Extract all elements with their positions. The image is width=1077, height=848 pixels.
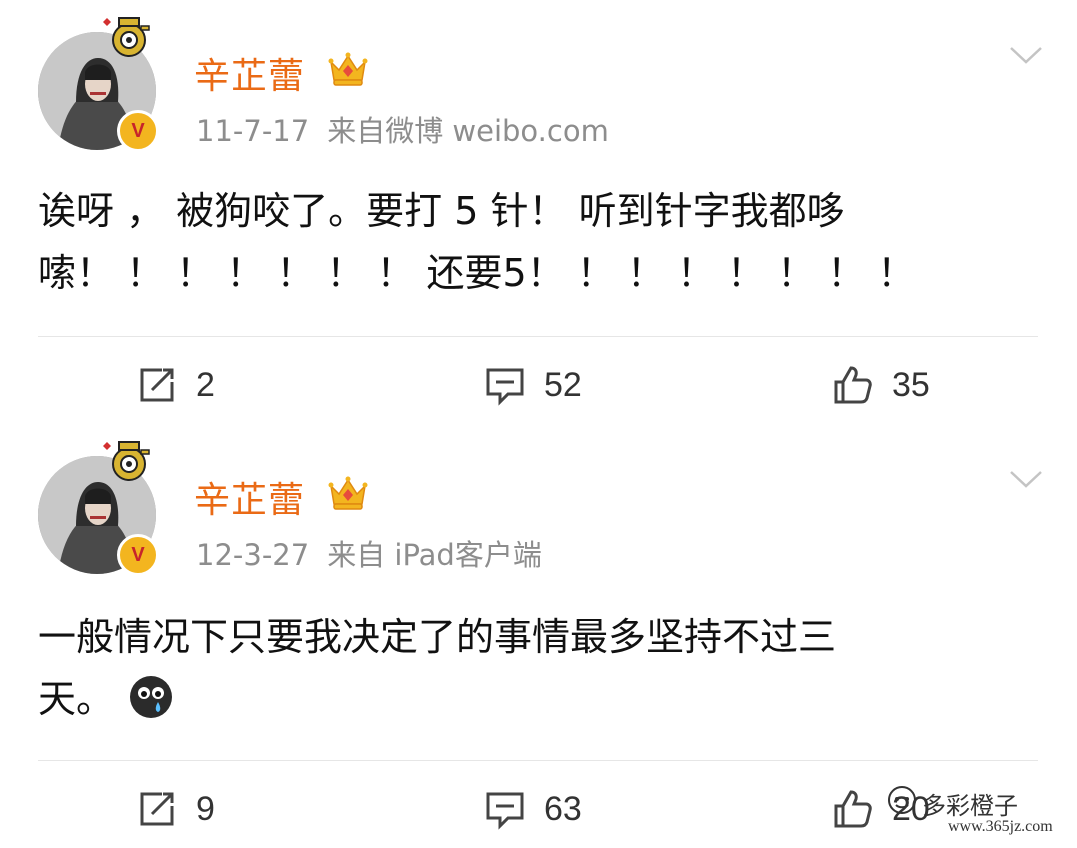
repost-count: 2: [196, 365, 215, 404]
post-meta: 11-7-17 来自微博 weibo.com: [196, 108, 609, 150]
post-text-line: 天。: [38, 677, 115, 721]
watermark: 多彩橙子 www.365jz.com: [886, 780, 1072, 842]
verified-v-icon: V: [117, 110, 159, 152]
post-text-line: 嗦！ ！ ！ ！ ！ ！ ！ 还要5！ ！ ！ ！ ！ ！ ！ ！: [38, 251, 916, 295]
comment-button[interactable]: 52: [484, 360, 582, 410]
watermark-name: 多彩橙子: [922, 792, 1018, 820]
verified-v-icon: V: [117, 534, 159, 576]
post-text-line-2: 天。: [38, 668, 1028, 730]
thumbs-up-icon: [834, 366, 872, 404]
post-source: 来自 iPad客户端: [327, 538, 542, 572]
repost-button[interactable]: 2: [136, 360, 215, 410]
repost-count: 9: [196, 789, 215, 828]
weibo-post-1: V 辛芷蕾 11-7-17 来自微博 weibo.com 诶呀 ， 被狗咬了。要打…: [0, 0, 1077, 424]
comment-count: 52: [544, 365, 582, 404]
post-source: 来自微博 weibo.com: [327, 114, 609, 148]
username[interactable]: 辛芷蕾: [194, 471, 305, 523]
watermark-logo-icon: [888, 786, 916, 814]
repost-button[interactable]: 9: [136, 784, 215, 834]
username[interactable]: 辛芷蕾: [194, 47, 305, 99]
divider: [38, 760, 1038, 761]
repost-icon: [140, 368, 174, 402]
chevron-down-icon[interactable]: [1008, 44, 1044, 66]
crying-emoji-icon: [130, 676, 173, 718]
avatar-frame-decoration-icon: [103, 441, 150, 481]
crown-icon: [328, 52, 368, 86]
chevron-down-icon[interactable]: [1008, 468, 1044, 490]
post-meta: 12-3-27 来自 iPad客户端: [196, 532, 542, 574]
post-text: 诶呀 ， 被狗咬了。要打 5 针！ 听到针字我都哆 嗦！ ！ ！ ！ ！ ！ ！…: [38, 180, 1028, 304]
crown-icon: [328, 476, 368, 510]
post-text: 一般情况下只要我决定了的事情最多坚持不过三 天。: [38, 606, 1028, 730]
comment-button[interactable]: 63: [484, 784, 582, 834]
like-button[interactable]: 35: [832, 360, 930, 410]
comment-count: 63: [544, 789, 582, 828]
avatar[interactable]: V: [38, 441, 159, 576]
avatar[interactable]: V: [38, 17, 159, 152]
repost-icon: [140, 792, 174, 826]
avatar-frame-decoration-icon: [103, 17, 150, 57]
like-count: 35: [892, 365, 930, 404]
comment-icon: [486, 368, 524, 406]
action-bar: 2 52 35: [0, 360, 1077, 410]
post-text-line: 一般情况下只要我决定了的事情最多坚持不过三: [38, 615, 837, 659]
divider: [38, 336, 1038, 337]
post-date: 12-3-27: [196, 538, 310, 572]
watermark-url: www.365jz.com: [948, 818, 1053, 835]
post-date: 11-7-17: [196, 114, 310, 148]
post-text-line: 诶呀 ， 被狗咬了。要打 5 针！ 听到针字我都哆: [38, 189, 845, 233]
thumbs-up-icon: [834, 790, 872, 828]
comment-icon: [486, 792, 524, 830]
